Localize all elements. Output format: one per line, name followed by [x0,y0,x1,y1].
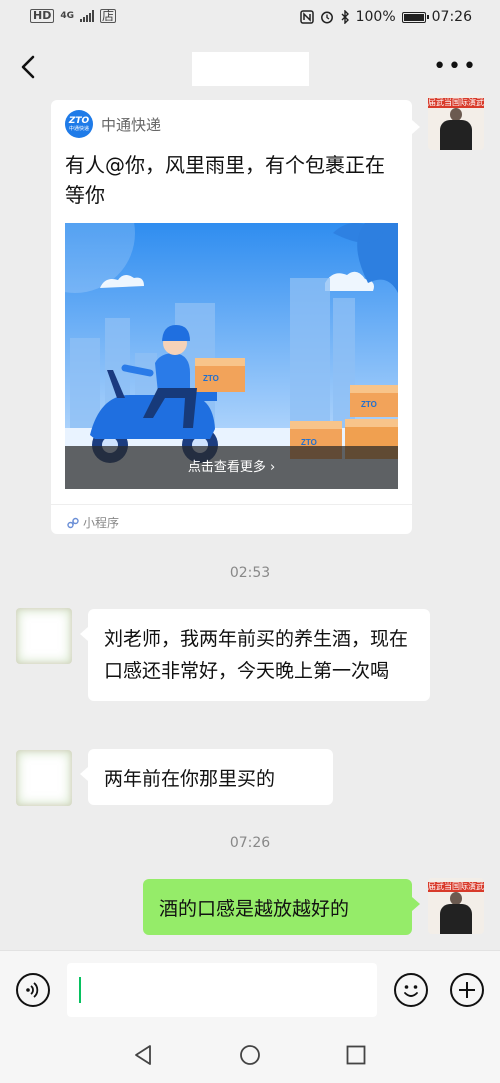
mini-program-card[interactable]: ZTO 中通快递 中通快递 有人@你，风里雨里，有个包裹正在等你 ZTO ZTO… [51,100,420,535]
system-nav-bar [0,1028,500,1083]
self-avatar[interactable]: 届武当国际演武 [428,878,484,934]
nfc-icon [299,10,314,24]
self-avatar[interactable]: 届武当国际演武 [428,94,484,150]
chat-input-bar [0,950,500,1029]
card-brand-name: 中通快递 [101,115,162,134]
message-bubble-outgoing[interactable]: 酒的口感是越放越好的 [143,879,420,935]
store-icon: 店 [100,9,117,23]
battery-icon [401,11,429,23]
chevron-left-icon[interactable] [12,50,46,84]
timestamp: 02:53 [229,565,271,581]
card-title: 有人@你，风里雨里，有个包裹正在等你 [65,153,385,207]
status-time: 07:26 [431,9,472,25]
message-text: 刘老师，我两年前买的养生酒，现在口感还非常好，今天晚上第一次喝 [104,628,409,682]
chat-header: ••• [0,36,500,100]
card-footer: 小程序 [51,504,412,535]
alarm-icon [320,11,333,24]
avatar-banner: 届武当国际演武 [428,882,484,892]
signal-icon [80,10,94,22]
zto-logo-icon: ZTO 中通快递 [65,110,93,138]
message-bubble-incoming[interactable]: 两年前在你那里买的 [80,749,333,805]
mini-program-icon [67,517,79,528]
add-more-icon[interactable] [450,973,484,1007]
message-text: 两年前在你那里买的 [104,768,276,790]
svg-text:ZTO: ZTO [361,400,377,409]
nav-home-icon[interactable] [239,1044,261,1066]
mini-program-label: 小程序 [83,516,120,530]
timestamp: 07:26 [229,835,271,851]
status-bar: HD 4G 店 100% 07:26 [0,0,500,36]
message-text: 酒的口感是越放越好的 [159,898,350,920]
contact-avatar[interactable] [16,608,72,664]
emoji-icon[interactable] [394,973,428,1007]
voice-input-icon[interactable] [16,973,50,1007]
hd-badge: HD [30,9,55,23]
bluetooth-icon [341,10,349,24]
card-image: ZTO ZTO ZTO 点击查看更多 › [65,223,398,489]
battery-percent: 100% [355,9,396,25]
svg-text:ZTO: ZTO [203,374,219,383]
message-input[interactable] [67,963,377,1017]
nav-back-icon[interactable] [132,1044,154,1066]
nav-recents-icon[interactable] [346,1045,366,1065]
card-overlay-cta[interactable]: 点击查看更多 › [65,446,398,489]
contact-avatar[interactable] [16,750,72,806]
text-cursor [79,977,81,1003]
message-bubble-incoming[interactable]: 刘老师，我两年前买的养生酒，现在口感还非常好，今天晚上第一次喝 [80,609,430,701]
more-dots-icon[interactable]: ••• [433,56,478,78]
avatar-banner: 届武当国际演武 [428,98,484,108]
chat-title [192,52,309,86]
network-label: 4G [60,11,74,21]
